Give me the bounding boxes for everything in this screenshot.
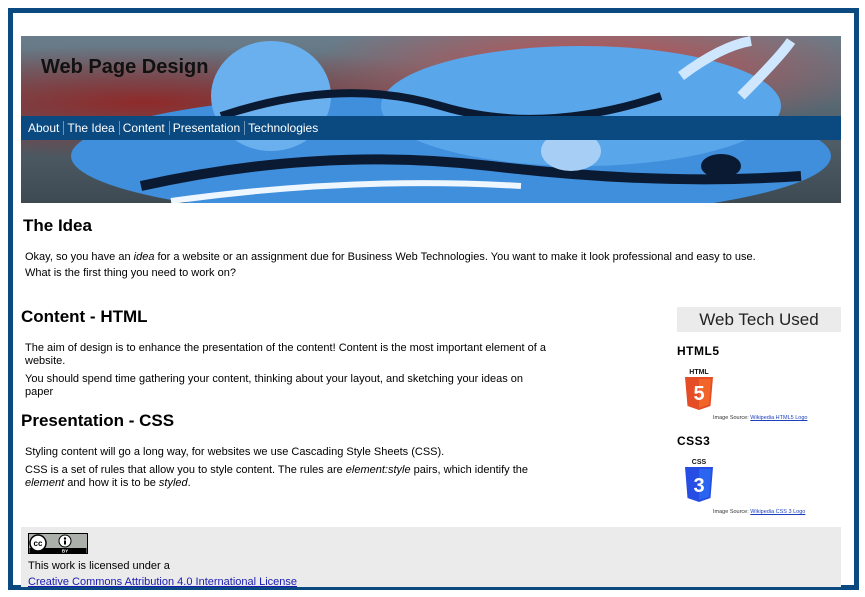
html5-logo-icon: HTML 5 xyxy=(685,369,713,410)
html5-heading: HTML5 xyxy=(677,344,720,358)
html5-credit-link[interactable]: Wikipedia HTML5 Logo xyxy=(750,415,807,421)
presentation-paragraph-2: CSS is a set of rules that allow you to … xyxy=(25,464,551,490)
css-emphasis-element-style: element:style xyxy=(345,464,411,476)
page-content: Web Page Design About The Idea Content P… xyxy=(21,36,841,588)
cc-badge-label: cc xyxy=(34,539,43,548)
content-paragraph-2: You should spend time gathering your con… xyxy=(25,373,523,398)
idea-section: The Idea Okay, so you have an idea for a… xyxy=(23,216,756,283)
html5-logo-number: 5 xyxy=(693,383,704,405)
css-text-d: . xyxy=(187,477,191,489)
css3-logo: CSS 3 xyxy=(681,456,841,511)
css-text-a: CSS is a set of rules that allow you to … xyxy=(25,464,346,476)
cc-by-license-icon: cc BY xyxy=(28,533,88,554)
presentation-section: Presentation - CSS Styling content will … xyxy=(21,411,551,490)
nav-link-about[interactable]: About xyxy=(25,121,65,135)
main-column: Content - HTML The aim of design is to e… xyxy=(21,307,551,495)
footer: cc BY This work is licensed under a Crea… xyxy=(21,527,841,588)
nav-link-technologies[interactable]: Technologies xyxy=(245,121,322,135)
html5-logo: HTML 5 xyxy=(681,366,841,417)
css-emphasis-styled: styled xyxy=(158,477,188,489)
page-title: Web Page Design xyxy=(41,56,209,78)
css-emphasis-element: element xyxy=(25,477,65,489)
page-frame: Web Page Design About The Idea Content P… xyxy=(8,8,859,590)
css3-logo-label: CSS xyxy=(692,459,707,466)
license-text: This work is licensed under a xyxy=(28,560,170,572)
css3-logo-number: 3 xyxy=(693,475,704,497)
css3-credit-link[interactable]: Wikipedia CSS 3 Logo xyxy=(750,509,805,515)
idea-emphasis: idea xyxy=(133,251,155,263)
presentation-paragraph-1: Styling content will go a long way, for … xyxy=(25,446,445,458)
license-link[interactable]: Creative Commons Attribution 4.0 Interna… xyxy=(28,576,297,588)
idea-heading: The Idea xyxy=(23,216,92,235)
content-heading: Content - HTML xyxy=(21,307,148,326)
content-paragraph-1: The aim of design is to enhance the pres… xyxy=(25,342,546,367)
nav-link-presentation[interactable]: Presentation xyxy=(170,121,246,135)
by-badge-label: BY xyxy=(62,548,68,553)
presentation-heading: Presentation - CSS xyxy=(21,411,175,430)
css-text-c: and how it is to be xyxy=(64,477,159,489)
css-text-b: pairs, which identify the xyxy=(410,464,528,476)
web-tech-heading: Web Tech Used xyxy=(677,307,841,332)
content-section: Content - HTML The aim of design is to e… xyxy=(21,307,551,399)
css3-heading: CSS3 xyxy=(677,434,711,448)
css3-credit: Image Source: Wikipedia CSS 3 Logo xyxy=(713,509,841,515)
header-banner: Web Page Design About The Idea Content P… xyxy=(21,36,841,203)
nav-link-content[interactable]: Content xyxy=(120,121,170,135)
idea-text-b: for a website or an assignment due for B… xyxy=(154,251,756,263)
main-nav: About The Idea Content Presentation Tech… xyxy=(21,116,841,140)
nav-link-the-idea[interactable]: The Idea xyxy=(64,121,120,135)
idea-text-a: Okay, so you have an xyxy=(25,251,134,263)
html5-credit-prefix: Image Source: xyxy=(713,415,751,421)
cc-by-badge[interactable]: cc BY xyxy=(28,533,841,557)
html5-logo-label: HTML xyxy=(689,369,709,376)
idea-paragraph: Okay, so you have an idea for a website … xyxy=(25,251,756,264)
css3-logo-icon: CSS 3 xyxy=(685,459,713,502)
html5-credit: Image Source: Wikipedia HTML5 Logo xyxy=(713,415,841,421)
web-tech-sidebar: Web Tech Used HTML5 HTML 5 Image Source:… xyxy=(677,307,841,515)
css3-credit-prefix: Image Source: xyxy=(713,509,751,515)
idea-question: What is the first thing you need to work… xyxy=(25,267,236,279)
